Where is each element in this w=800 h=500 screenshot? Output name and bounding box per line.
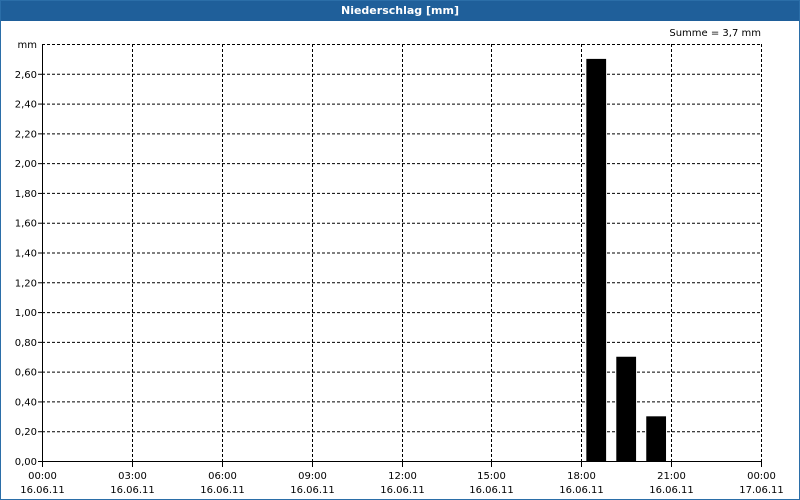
x-tick-time-label: 21:00: [657, 471, 686, 482]
chart-window: Niederschlag [mm] 0,00 0,20 0,40 0,60 0,80 1,…: [0, 0, 800, 500]
window-title: Niederschlag [mm]: [1, 1, 799, 21]
x-tick-time-label: 09:00: [298, 471, 327, 482]
y-tick-label: 1,00: [15, 308, 37, 319]
y-tick-label: 2,00: [15, 159, 37, 170]
x-tick-time-label: 00:00: [747, 471, 776, 482]
y-axis-label: mm: [18, 40, 37, 51]
x-tick-time-label: 06:00: [208, 471, 237, 482]
x-tick-date-label: 16.06.11: [559, 485, 604, 496]
precipitation-bar: [616, 356, 637, 461]
y-tick-label: 0,00: [15, 457, 37, 468]
x-tick-date-label: 16.06.11: [20, 485, 65, 496]
x-tick-date-label: 16.06.11: [200, 485, 245, 496]
y-tick-label: 1,60: [15, 219, 37, 230]
y-tick-label: 0,60: [15, 368, 37, 379]
y-tick-label: 1,40: [15, 249, 37, 260]
x-tick-date-label: 16.06.11: [649, 485, 694, 496]
y-tick-label: 0,80: [15, 338, 37, 349]
precipitation-bar: [586, 58, 607, 462]
x-tick-date-label: 16.06.11: [469, 485, 514, 496]
sum-annotation: Summe = 3,7 mm: [669, 28, 761, 39]
y-tick-label: 2,20: [15, 129, 37, 140]
y-tick-label: 0,40: [15, 397, 37, 408]
precipitation-bar: [646, 416, 667, 461]
y-tick-label: 2,60: [15, 70, 37, 81]
precipitation-chart: 0,00 0,20 0,40 0,60 0,80 1,00 1,20 1,40 1,60 1,80…: [15, 28, 784, 496]
y-tick-label: 1,80: [15, 189, 37, 200]
x-tick-date-label: 16.06.11: [110, 485, 155, 496]
x-tick-date-label: 16.06.11: [380, 485, 425, 496]
x-tick-time-label: 18:00: [567, 471, 596, 482]
x-tick-time-label: 03:00: [118, 471, 147, 482]
x-tick-time-label: 15:00: [477, 471, 506, 482]
y-tick-label: 0,20: [15, 427, 37, 438]
y-tick-label: 2,40: [15, 100, 37, 111]
x-tick-date-label: 17.06.11: [739, 485, 784, 496]
x-tick-date-label: 16.06.11: [290, 485, 335, 496]
x-tick-time-label: 00:00: [28, 471, 57, 482]
x-tick-time-label: 12:00: [388, 471, 417, 482]
y-tick-label: 1,20: [15, 278, 37, 289]
